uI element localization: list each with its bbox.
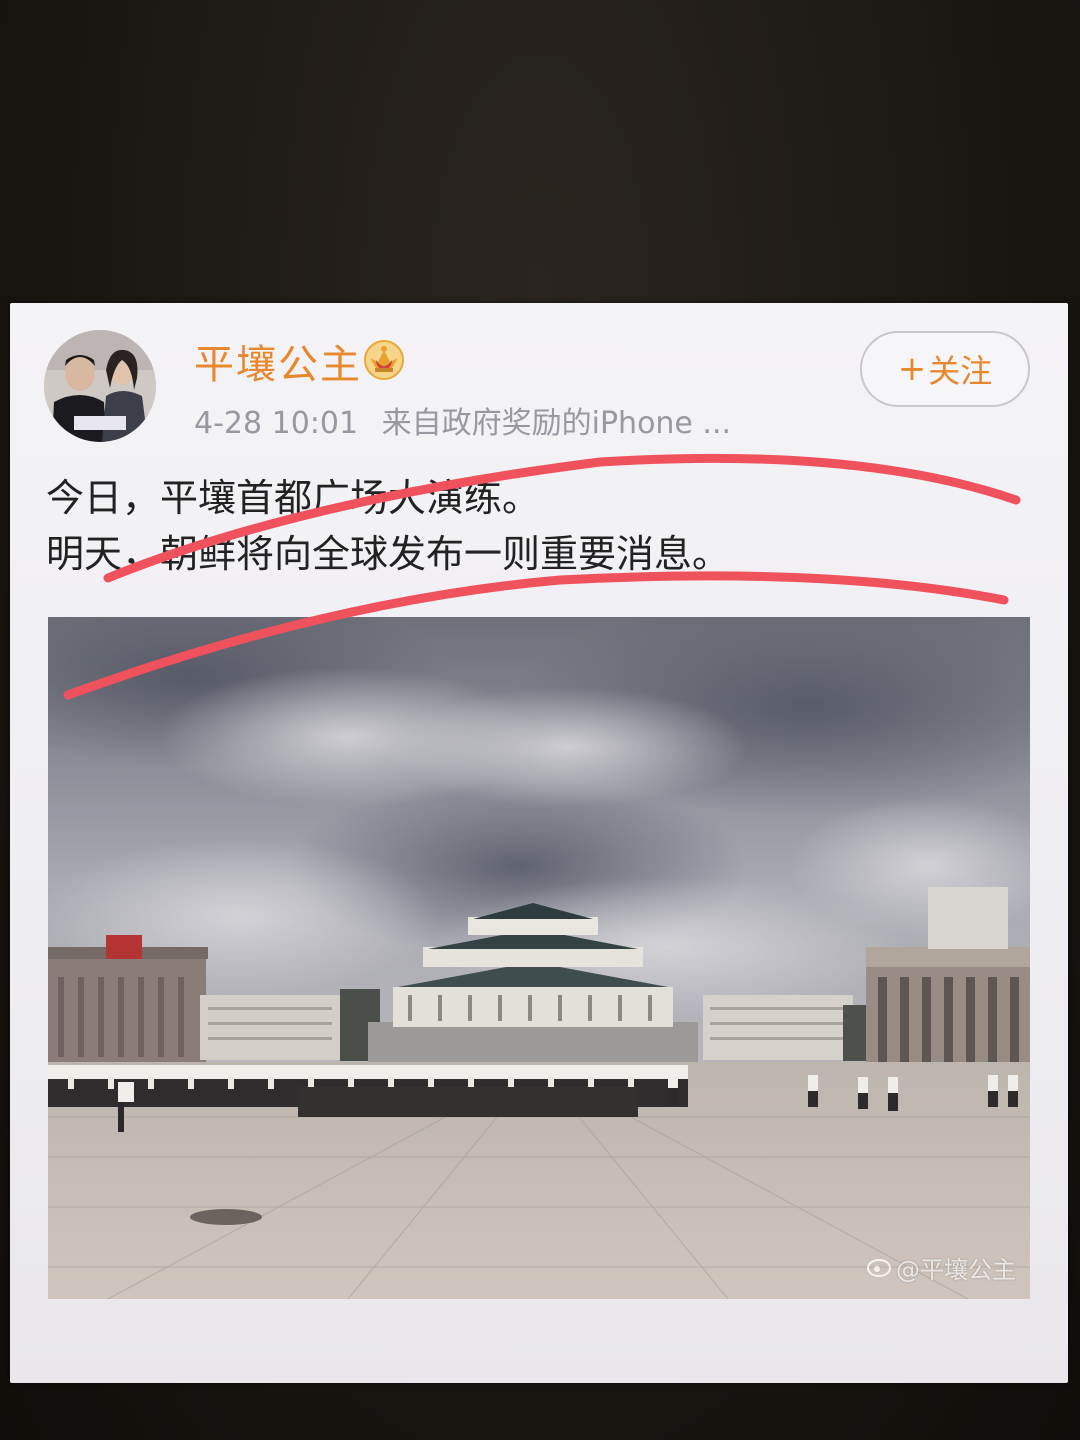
follow-label: 关注 bbox=[928, 352, 993, 390]
post-source[interactable]: 来自政府奖励的iPhone ... bbox=[382, 406, 731, 441]
user-avatar[interactable] bbox=[44, 330, 156, 442]
image-watermark: @平壤公主 bbox=[866, 1250, 1016, 1285]
weibo-logo-icon bbox=[866, 1256, 892, 1278]
plus-icon: + bbox=[897, 349, 927, 389]
post-text-line: 明天，朝鲜将向全球发布一则重要消息。 bbox=[46, 532, 731, 576]
image-watermark-text: @平壤公主 bbox=[896, 1256, 1016, 1284]
username[interactable]: 平壤公主 bbox=[194, 332, 362, 390]
post-text-line: 今日，平壤首都广场大演练。 bbox=[46, 476, 541, 520]
post-timestamp: 4-28 10:01 bbox=[194, 406, 359, 441]
post-image[interactable]: @平壤公主 bbox=[48, 617, 1030, 1299]
post-text: 今日，平壤首都广场大演练。 明天，朝鲜将向全球发布一则重要消息。 bbox=[46, 470, 1026, 582]
post-meta: 4-28 10:01 来自政府奖励的iPhone ... bbox=[194, 398, 731, 442]
follow-button[interactable]: + 关注 bbox=[860, 331, 1030, 407]
crown-badge-icon bbox=[362, 338, 406, 380]
